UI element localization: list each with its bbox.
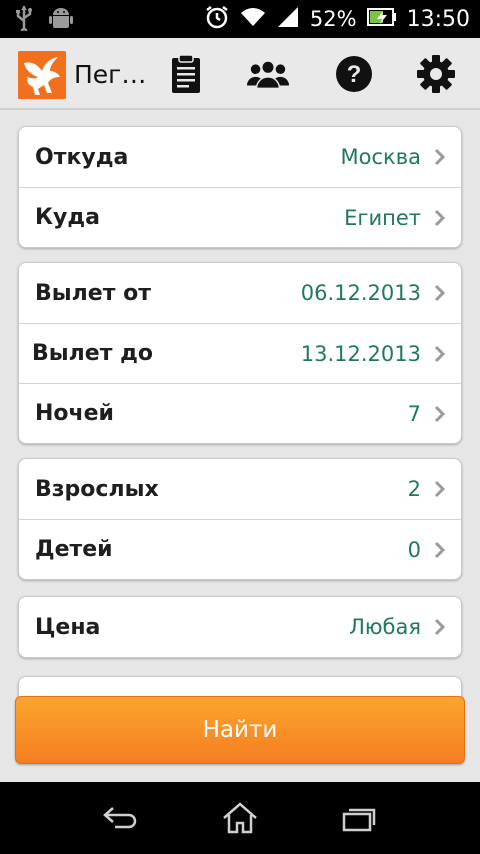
price-group: Цена Любая — [18, 596, 462, 658]
row-label: Вылет до — [32, 341, 153, 366]
row-children[interactable]: Детей 0 — [19, 519, 461, 579]
row-label: Куда — [35, 205, 100, 230]
status-bar: 52% 13:50 — [0, 0, 480, 38]
wifi-icon — [240, 6, 266, 32]
settings-icon[interactable] — [414, 52, 458, 96]
row-value: 2 — [407, 477, 421, 501]
chevron-right-icon — [434, 405, 446, 423]
chevron-right-icon — [434, 284, 446, 302]
back-icon[interactable] — [100, 800, 140, 836]
chevron-right-icon — [434, 209, 446, 227]
home-icon[interactable] — [220, 800, 260, 836]
search-button-label: Найти — [202, 717, 278, 743]
action-bar: Пег… ? — [0, 38, 480, 110]
navigation-bar — [0, 782, 480, 854]
row-label: Вылет от — [35, 280, 151, 306]
row-label: Взрослых — [35, 476, 159, 502]
recent-apps-icon[interactable] — [340, 800, 380, 836]
row-value: Египет — [344, 205, 421, 230]
dates-group: Вылет от 06.12.2013 Вылет до 13.12.2013 … — [18, 262, 462, 444]
clipboard-icon[interactable] — [164, 52, 208, 96]
row-value: Любая — [349, 615, 421, 639]
group-icon[interactable] — [246, 52, 290, 96]
travelers-group: Взрослых 2 Детей 0 — [18, 458, 462, 580]
row-to[interactable]: Куда Египет — [19, 187, 461, 247]
row-label: Детей — [35, 537, 113, 562]
chevron-right-icon — [434, 618, 446, 636]
svg-text:?: ? — [347, 61, 362, 88]
android-debug-icon — [48, 5, 74, 35]
row-label: Ночей — [35, 401, 114, 426]
row-departure-to[interactable]: Вылет до 13.12.2013 — [19, 323, 461, 383]
chevron-right-icon — [434, 480, 446, 498]
route-group: Откуда Москва Куда Египет — [18, 126, 462, 248]
row-value: 0 — [407, 537, 421, 562]
usb-icon — [14, 5, 34, 35]
chevron-right-icon — [434, 345, 446, 363]
search-form: Откуда Москва Куда Египет Вылет от 06.12… — [0, 110, 480, 782]
chevron-right-icon — [434, 541, 446, 559]
help-icon[interactable]: ? — [332, 52, 376, 96]
app-title: Пег… — [74, 60, 147, 89]
battery-charging-icon — [366, 7, 397, 31]
row-label: Откуда — [35, 144, 129, 170]
chevron-right-icon — [434, 148, 446, 166]
row-departure-from[interactable]: Вылет от 06.12.2013 — [19, 263, 461, 323]
row-price[interactable]: Цена Любая — [19, 597, 461, 657]
row-from[interactable]: Откуда Москва — [19, 127, 461, 187]
row-value: 13.12.2013 — [300, 341, 421, 366]
row-nights[interactable]: Ночей 7 — [19, 383, 461, 443]
row-value: 06.12.2013 — [300, 281, 421, 305]
clock: 13:50 — [406, 6, 470, 32]
app-logo[interactable] — [18, 51, 66, 99]
row-value: 7 — [407, 401, 421, 426]
search-button[interactable]: Найти — [15, 696, 465, 764]
signal-icon — [276, 6, 300, 32]
row-adults[interactable]: Взрослых 2 — [19, 459, 461, 519]
row-value: Москва — [340, 145, 421, 169]
battery-percent: 52% — [309, 7, 357, 31]
row-label: Цена — [35, 614, 101, 640]
alarm-icon — [204, 4, 230, 34]
